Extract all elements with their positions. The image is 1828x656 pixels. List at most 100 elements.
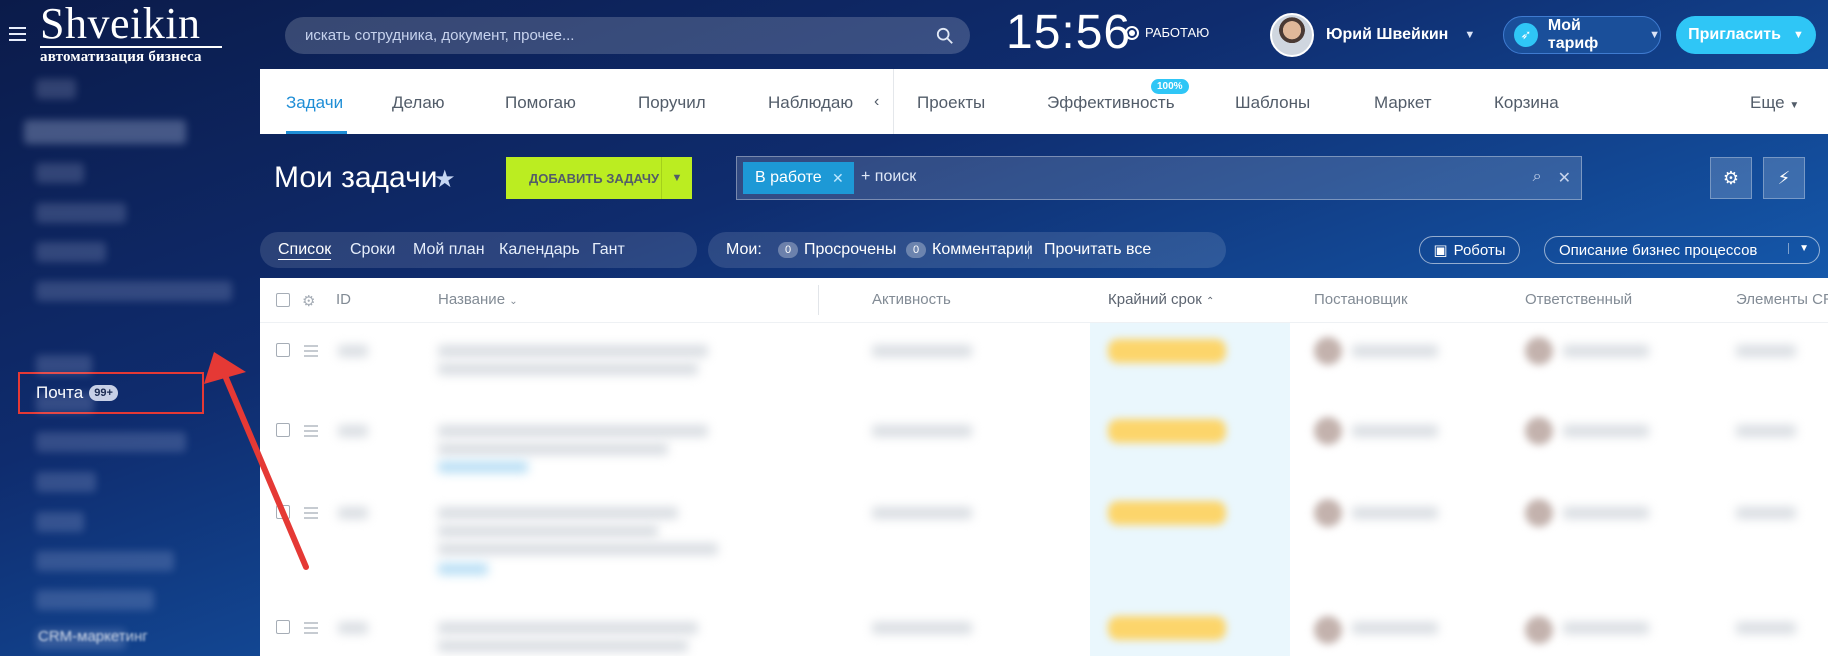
drag-handle-icon[interactable] <box>304 622 318 637</box>
table-row[interactable] <box>260 323 1828 403</box>
row-checkbox[interactable] <box>276 343 290 357</box>
task-title[interactable] <box>438 425 708 437</box>
tab-market[interactable]: Маркет <box>1374 93 1432 113</box>
task-title[interactable] <box>438 345 708 357</box>
drag-handle-icon[interactable] <box>304 425 318 440</box>
chevron-left-icon[interactable]: ‹ <box>874 93 879 111</box>
deadline-badge[interactable] <box>1108 616 1226 640</box>
task-title[interactable] <box>438 622 698 634</box>
creator-name[interactable] <box>1352 622 1438 634</box>
tab-watching[interactable]: Наблюдаю <box>768 93 853 113</box>
sidebar-item[interactable] <box>24 120 186 144</box>
tariff-button[interactable]: ➶ Мой тариф ▼ <box>1503 16 1661 54</box>
chevron-down-icon[interactable]: ▼ <box>1788 243 1809 254</box>
deadline-badge[interactable] <box>1108 419 1226 443</box>
drag-handle-icon[interactable] <box>304 345 318 360</box>
search-input[interactable] <box>305 17 905 54</box>
view-calendar[interactable]: Календарь <box>499 241 580 259</box>
deadline-badge[interactable] <box>1108 501 1226 525</box>
sidebar-item[interactable] <box>36 203 126 223</box>
tab-efficiency[interactable]: Эффективность <box>1047 93 1175 113</box>
menu-icon[interactable] <box>9 27 26 41</box>
read-all-link[interactable]: Прочитать все <box>1044 241 1151 259</box>
creator-name[interactable] <box>1352 345 1438 357</box>
close-icon[interactable]: ✕ <box>832 170 844 187</box>
counter-badge: 0 <box>906 242 926 258</box>
tab-doing[interactable]: Делаю <box>392 93 445 113</box>
column-deadline-label: Крайний срок <box>1108 291 1202 308</box>
responsible-name[interactable] <box>1563 425 1649 437</box>
task-title[interactable] <box>438 507 678 519</box>
global-search[interactable] <box>285 17 970 54</box>
avatar <box>1314 616 1342 644</box>
tab-more[interactable]: Еще ▼ <box>1750 93 1799 113</box>
column-id[interactable]: ID <box>336 291 351 308</box>
responsible-name[interactable] <box>1563 507 1649 519</box>
select-all-checkbox[interactable] <box>276 293 290 307</box>
table-row[interactable] <box>260 403 1828 483</box>
column-title[interactable]: Название ⌄ <box>438 291 518 308</box>
sidebar-item[interactable] <box>36 281 232 301</box>
table-row[interactable] <box>260 483 1828 598</box>
filter-tag[interactable]: В работе ✕ <box>743 162 854 194</box>
tab-projects[interactable]: Проекты <box>917 93 985 113</box>
creator-name[interactable] <box>1352 507 1438 519</box>
sidebar-item[interactable] <box>36 393 94 413</box>
view-gantt[interactable]: Гант <box>592 241 625 259</box>
search-icon[interactable]: ⌕ <box>1533 168 1542 188</box>
view-list[interactable]: Список <box>278 241 332 260</box>
drag-handle-icon[interactable] <box>304 507 318 522</box>
column-responsible[interactable]: Ответственный <box>1525 291 1632 308</box>
filter-bar[interactable]: В работе ✕ + поиск ⌕ ✕ <box>736 156 1582 200</box>
responsible-name[interactable] <box>1563 345 1649 357</box>
star-icon[interactable]: ★ <box>434 165 456 194</box>
sidebar-item[interactable] <box>36 472 96 492</box>
column-crm[interactable]: Элементы CRM <box>1736 291 1828 308</box>
user-menu[interactable]: Юрий Швейкин ▼ <box>1270 13 1475 57</box>
sidebar-item[interactable] <box>36 590 154 610</box>
sidebar-item[interactable] <box>36 242 106 262</box>
column-creator[interactable]: Постановщик <box>1314 291 1408 308</box>
search-icon[interactable] <box>936 27 954 45</box>
tab-templates[interactable]: Шаблоны <box>1235 93 1310 113</box>
sidebar-item-crm-marketing[interactable]: CRM-маркетинг <box>38 628 148 645</box>
work-status[interactable]: РАБОТАЮ <box>1125 25 1209 40</box>
sidebar-item[interactable] <box>36 79 76 99</box>
counter-label: Комментарии <box>932 241 1033 258</box>
creator-name[interactable] <box>1352 425 1438 437</box>
tab-assigned[interactable]: Поручил <box>638 93 706 113</box>
view-deadlines[interactable]: Сроки <box>350 241 395 259</box>
sidebar-item[interactable] <box>36 432 186 452</box>
logo[interactable]: Shveikin автоматизация бизнеса <box>40 2 230 65</box>
tab-tasks[interactable]: Задачи <box>286 93 343 113</box>
table-row[interactable] <box>260 598 1828 656</box>
row-checkbox[interactable] <box>276 505 290 519</box>
invite-button[interactable]: Пригласить ▼ <box>1676 16 1816 54</box>
sidebar-item[interactable] <box>36 355 92 375</box>
business-process-button[interactable]: Описание бизнес процессов ▼ <box>1544 236 1820 264</box>
sidebar-item[interactable] <box>36 512 84 532</box>
sidebar-item[interactable] <box>36 163 84 183</box>
close-icon[interactable]: ✕ <box>1558 168 1571 188</box>
tab-helping[interactable]: Помогаю <box>505 93 576 113</box>
automation-button[interactable]: ⚡ <box>1763 157 1805 199</box>
tasks-table: ⚙ ID Название ⌄ Активность Крайний срок … <box>260 278 1828 656</box>
tab-trash[interactable]: Корзина <box>1494 93 1559 113</box>
add-task-dropdown[interactable]: ▼ <box>661 157 692 199</box>
column-activity[interactable]: Активность <box>872 291 951 308</box>
row-checkbox[interactable] <box>276 423 290 437</box>
gear-icon[interactable]: ⚙ <box>302 292 318 310</box>
settings-button[interactable]: ⚙ <box>1710 157 1752 199</box>
robots-button[interactable]: ▣ Роботы <box>1419 236 1520 264</box>
column-deadline[interactable]: Крайний срок ⌃ <box>1108 291 1214 308</box>
row-checkbox[interactable] <box>276 620 290 634</box>
counter-comments[interactable]: 0 Комментарии <box>906 241 1033 259</box>
counter-overdue[interactable]: 0 Просрочены <box>778 241 896 259</box>
clock[interactable]: 15:56 <box>1006 5 1131 60</box>
deadline-badge[interactable] <box>1108 339 1226 363</box>
avatar <box>1525 337 1553 365</box>
view-my-plan[interactable]: Мой план <box>413 241 485 259</box>
responsible-name[interactable] <box>1563 622 1649 634</box>
filter-search-input[interactable]: + поиск <box>861 168 916 186</box>
sidebar-item[interactable] <box>36 551 174 571</box>
